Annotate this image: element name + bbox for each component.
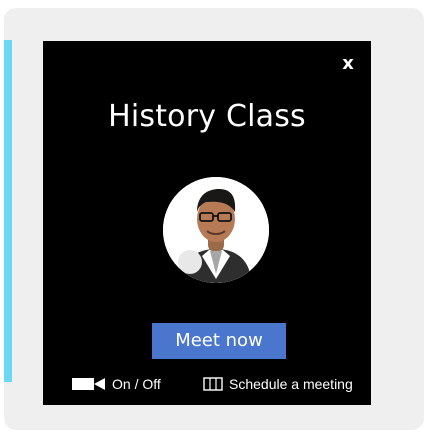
avatar-image bbox=[163, 177, 269, 283]
video-camera-icon bbox=[72, 378, 105, 390]
schedule-meeting-button[interactable]: Schedule a meeting bbox=[203, 375, 353, 393]
meeting-panel: x History Class Meet now On / Off Schedu… bbox=[43, 41, 371, 405]
meeting-card-container: x History Class Meet now On / Off Schedu… bbox=[4, 8, 424, 430]
controls-row: On / Off Schedule a meeting bbox=[43, 375, 371, 393]
meeting-title: History Class bbox=[108, 99, 306, 134]
video-toggle-button[interactable]: On / Off bbox=[72, 375, 161, 393]
video-toggle-label: On / Off bbox=[112, 376, 161, 392]
accent-strip bbox=[4, 40, 12, 382]
close-icon: x bbox=[342, 53, 354, 74]
meet-now-button[interactable]: Meet now bbox=[152, 323, 286, 359]
close-button[interactable]: x bbox=[337, 53, 359, 75]
avatar bbox=[163, 177, 269, 283]
calendar-icon bbox=[203, 377, 223, 391]
schedule-meeting-label: Schedule a meeting bbox=[229, 376, 353, 392]
